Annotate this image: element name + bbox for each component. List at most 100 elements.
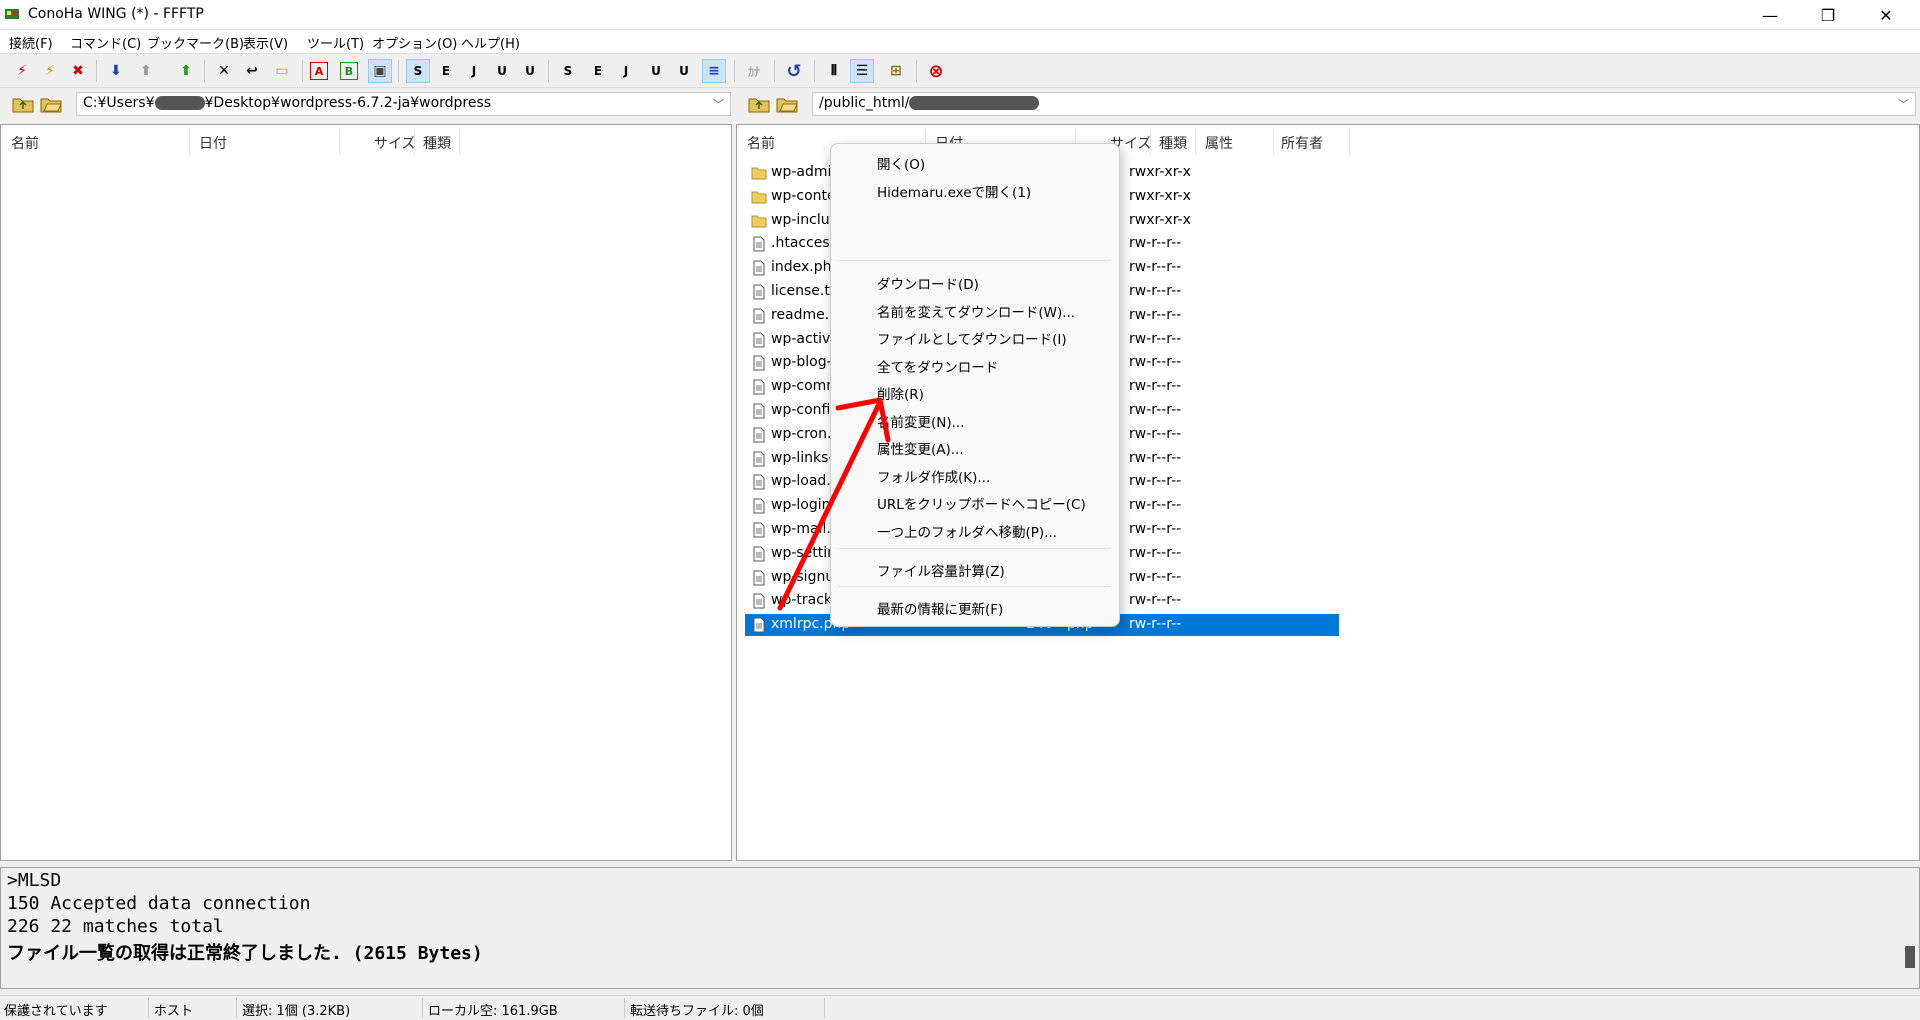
ctx-calc-size[interactable]: ファイル容量計算(Z) <box>877 560 1005 580</box>
context-menu: 開く(O) Hidemaru.exeで開く(1) ダウンロード(D) 名前を変え… <box>830 143 1120 627</box>
file-icon <box>751 593 767 609</box>
file-attr: rw-r--r-- <box>1129 544 1182 561</box>
remote-utf8-icon[interactable]: U <box>644 59 668 83</box>
remote-col-attr[interactable]: 属性 <box>1205 133 1233 153</box>
local-file-pane[interactable]: 名前 日付 サイズ 種類 <box>0 124 732 861</box>
new-folder-icon[interactable]: ▭ <box>270 59 294 83</box>
file-attr: rw-r--r-- <box>1129 306 1182 323</box>
menu-help[interactable]: ヘルプ(H) <box>461 33 520 52</box>
file-icon <box>751 451 767 467</box>
connect-icon[interactable]: ⚡ <box>10 59 34 83</box>
jis-icon[interactable]: J <box>462 59 486 83</box>
local-path-bar: C:¥Users¥ ¥Desktop¥wordpress-6.7.2-ja¥wor… <box>0 90 736 118</box>
refresh-icon[interactable]: ↺ <box>782 59 806 83</box>
file-icon <box>751 617 767 633</box>
delete-icon[interactable]: ✕ <box>212 59 236 83</box>
no-convert-icon[interactable]: ≡ <box>702 59 726 83</box>
ctx-refresh[interactable]: 最新の情報に更新(F) <box>877 598 1003 618</box>
upload-arrow-icon[interactable]: ⬆ <box>134 59 158 83</box>
remote-col-owner[interactable]: 所有者 <box>1281 133 1323 153</box>
kana-convert-icon[interactable]: ｶﾅ <box>742 59 766 83</box>
remote-utf8bom-icon[interactable]: U <box>672 59 696 83</box>
menu-tools[interactable]: ツール(T) <box>307 33 364 52</box>
local-col-size[interactable]: サイズ <box>374 133 416 153</box>
ctx-rename[interactable]: 名前変更(N)... <box>877 411 965 431</box>
local-col-name[interactable]: 名前 <box>11 133 39 153</box>
ctx-copy-url[interactable]: URLをクリップボードへコピー(C) <box>877 493 1086 513</box>
file-icon <box>751 260 767 276</box>
remote-sjis-icon[interactable]: S <box>556 59 580 83</box>
toolbar: ⚡ ⚡ ✖ ⬇ ⬆ ⬆ ✕ ↩ ▭ A B ▣ S E J U U S E J … <box>0 53 1920 88</box>
ascii-mode-icon[interactable]: A <box>310 62 328 80</box>
menu-options[interactable]: オプション(O) <box>372 33 457 52</box>
download-arrow-icon[interactable]: ⬇ <box>104 59 128 83</box>
sjis-icon[interactable]: S <box>406 59 430 83</box>
local-col-type[interactable]: 種類 <box>423 133 451 153</box>
remote-up-folder-icon[interactable] <box>748 95 770 113</box>
status-local-free: ローカル空: 161.9GB <box>428 1004 558 1019</box>
file-icon <box>751 498 767 514</box>
binary-mode-icon[interactable]: B <box>340 62 358 80</box>
close-button[interactable]: ✕ <box>1858 0 1914 30</box>
remote-open-folder-icon[interactable] <box>776 95 798 113</box>
list-view-icon[interactable]: ⦀ <box>822 59 846 83</box>
maximize-button[interactable]: ❐ <box>1800 0 1856 30</box>
menu-connect[interactable]: 接続(F) <box>9 33 53 52</box>
menu-view[interactable]: 表示(V) <box>243 33 288 52</box>
minimize-button[interactable]: — <box>1742 0 1798 30</box>
ctx-download-as-file[interactable]: ファイルとしてダウンロード(I) <box>877 328 1067 348</box>
ctx-open-hidemaru[interactable]: Hidemaru.exeで開く(1) <box>877 181 1031 201</box>
file-attr: rwxr-xr-x <box>1129 164 1191 180</box>
local-col-date[interactable]: 日付 <box>199 133 227 153</box>
stop-icon[interactable]: ⊗ <box>924 59 948 83</box>
file-icon <box>751 522 767 538</box>
ctx-go-up-folder[interactable]: 一つ上のフォルダへ移動(P)... <box>877 521 1057 541</box>
ctx-delete[interactable]: 削除(R) <box>877 383 924 403</box>
remote-euc-icon[interactable]: E <box>586 59 610 83</box>
file-icon <box>751 474 767 490</box>
rename-icon[interactable]: ↩ <box>240 59 264 83</box>
folder-icon <box>751 189 767 205</box>
ctx-create-folder[interactable]: フォルダ作成(K)... <box>877 466 990 486</box>
mirror-upload-icon[interactable]: ⬆ <box>174 59 198 83</box>
utf8bom-icon[interactable]: U <box>518 59 542 83</box>
log-line: 150 Accepted data connection <box>7 893 311 914</box>
ctx-open[interactable]: 開く(O) <box>877 153 925 173</box>
menu-command[interactable]: コマンド(C) <box>70 33 141 52</box>
file-attr: rwxr-xr-x <box>1129 211 1191 228</box>
log-scrollbar-thumb[interactable] <box>1905 946 1915 968</box>
sync-browse-icon[interactable]: ⊞ <box>884 59 908 83</box>
menu-bookmark[interactable]: ブックマーク(B) <box>147 33 244 52</box>
folder-icon <box>751 165 767 181</box>
local-open-folder-icon[interactable] <box>40 95 62 113</box>
file-icon <box>751 332 767 348</box>
status-queue: 転送待ちファイル: 0個 <box>630 1004 764 1019</box>
ctx-download-all[interactable]: 全てをダウンロード <box>877 356 998 376</box>
chevron-down-icon[interactable]: ﹀ <box>713 96 724 112</box>
ctx-download-rename[interactable]: 名前を変えてダウンロード(W)... <box>877 301 1075 321</box>
utf8-icon[interactable]: U <box>490 59 514 83</box>
log-line: >MLSD <box>7 870 62 891</box>
file-attr: rw-r--r-- <box>1129 259 1182 276</box>
file-attr: rw-r--r-- <box>1129 449 1182 466</box>
quick-connect-icon[interactable]: ⚡ <box>38 59 62 83</box>
detail-view-icon[interactable]: ☰ <box>850 59 874 83</box>
remote-jis-icon[interactable]: J <box>614 59 638 83</box>
ctx-change-attributes[interactable]: 属性変更(A)... <box>877 438 964 458</box>
auto-mode-icon[interactable]: ▣ <box>368 59 392 83</box>
disconnect-icon[interactable]: ✖ <box>66 59 90 83</box>
local-path-input[interactable]: C:¥Users¥ ¥Desktop¥wordpress-6.7.2-ja¥wor… <box>76 92 731 116</box>
file-attr: rw-r--r-- <box>1129 521 1182 537</box>
remote-col-name[interactable]: 名前 <box>747 133 775 153</box>
ctx-download[interactable]: ダウンロード(D) <box>877 273 979 293</box>
euc-icon[interactable]: E <box>434 59 458 83</box>
file-icon <box>751 403 767 419</box>
status-bar: 保護されています ホスト 選択: 1個 (3.2KB) ローカル空: 161.9… <box>0 995 1920 1020</box>
chevron-down-icon[interactable]: ﹀ <box>1898 96 1909 112</box>
remote-col-type[interactable]: 種類 <box>1159 133 1187 153</box>
log-line: ファイル一覧の取得は正常終了しました. (2615 Bytes) <box>7 943 483 964</box>
local-up-folder-icon[interactable] <box>12 95 34 113</box>
remote-path-input[interactable]: /public_html/ ﹀ <box>812 92 1916 116</box>
title-bar: ConoHa WING (*) - FFFTP — ❐ ✕ <box>0 0 1920 30</box>
menu-bar: 接続(F) コマンド(C) ブックマーク(B) 表示(V) ツール(T) オプシ… <box>0 30 1920 53</box>
